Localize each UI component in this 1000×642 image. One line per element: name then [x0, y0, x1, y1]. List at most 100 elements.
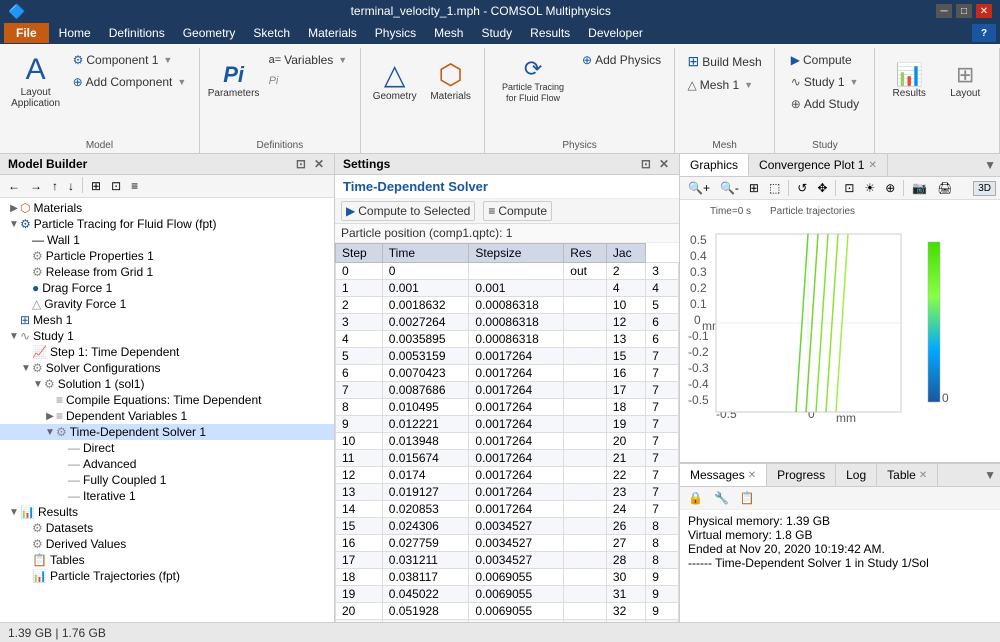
panel-undock-btn[interactable]: ⊡: [294, 157, 308, 171]
more-btn[interactable]: ≡: [127, 177, 142, 195]
minimize-btn[interactable]: ─: [936, 4, 952, 18]
tree-item-solverconf[interactable]: ▼ ⚙ Solver Configurations: [0, 360, 334, 376]
materials-btn[interactable]: ⬡ Materials: [425, 48, 477, 112]
tree-item-derived[interactable]: ⚙ Derived Values: [0, 536, 334, 552]
menu-physics[interactable]: Physics: [367, 23, 424, 43]
lock-btn[interactable]: 🔒: [684, 489, 707, 507]
tree-item-depvar[interactable]: ▶ ≡ Dependent Variables 1: [0, 408, 334, 424]
tree-item-mesh1[interactable]: ⊞ Mesh 1: [0, 312, 334, 328]
scene-btn[interactable]: ⊡: [840, 179, 858, 197]
zoom-box-btn[interactable]: ⬚: [765, 179, 784, 197]
tree-item-rfg1[interactable]: ⚙ Release from Grid 1: [0, 264, 334, 280]
variables-btn[interactable]: a= Variables ▼: [264, 50, 353, 70]
graphics-panel-menu[interactable]: ▼: [980, 154, 1000, 176]
tree-item-step1[interactable]: 📈 Step 1: Time Dependent: [0, 344, 334, 360]
tree-item-pp1[interactable]: ⚙ Particle Properties 1: [0, 248, 334, 264]
compute-btn2[interactable]: ≡ Compute: [483, 201, 552, 221]
tree-item-gf1[interactable]: △ Gravity Force 1: [0, 296, 334, 312]
tree-item-datasets[interactable]: ⚙ Datasets: [0, 520, 334, 536]
tree-item-iterative[interactable]: — Iterative 1: [0, 488, 334, 504]
maximize-btn[interactable]: □: [956, 4, 972, 18]
menu-results[interactable]: Results: [522, 23, 578, 43]
tree-item-wall1[interactable]: — Wall 1: [0, 232, 334, 248]
tab-progress[interactable]: Progress: [767, 464, 836, 486]
nav-up-btn[interactable]: ↑: [48, 177, 62, 195]
add-component-btn[interactable]: ⊕ Add Component ▼: [68, 72, 192, 92]
add-physics-btn[interactable]: ⊕ Add Physics: [577, 50, 666, 70]
ptff-label: Particle Tracing for Fluid Flow: [496, 82, 570, 104]
tree-item-study1[interactable]: ▼ ∿ Study 1: [0, 328, 334, 344]
tree-item-direct[interactable]: — Direct: [0, 440, 334, 456]
results-btn[interactable]: 📊 Results: [883, 48, 935, 112]
expand-all-btn[interactable]: ⊞: [87, 177, 105, 195]
settings-undock-btn[interactable]: ⊡: [639, 157, 653, 171]
tab-log[interactable]: Log: [836, 464, 877, 486]
tree-item-tables[interactable]: 📋 Tables: [0, 552, 334, 568]
zoom-fit-btn[interactable]: ⊞: [745, 179, 763, 197]
layout-btn[interactable]: ⊞ Layout: [939, 48, 991, 112]
menu-definitions[interactable]: Definitions: [101, 23, 173, 43]
settings-close-btn[interactable]: ✕: [657, 157, 671, 171]
nav-forward-btn[interactable]: →: [26, 177, 46, 195]
menu-home[interactable]: Home: [51, 23, 99, 43]
messages-tab-close[interactable]: ✕: [748, 470, 756, 481]
mesh1-btn[interactable]: △ Mesh 1 ▼: [683, 75, 767, 95]
pan-btn[interactable]: ✥: [813, 179, 831, 197]
compute-btn[interactable]: ▶ Compute: [786, 50, 864, 70]
nav-back-btn[interactable]: ←: [4, 177, 24, 195]
graphics-canvas[interactable]: Time=0 s Particle trajectories mm mm 0.5…: [680, 200, 1000, 462]
file-menu[interactable]: File: [4, 23, 49, 43]
ptff-btn[interactable]: ⟳ Particle Tracing for Fluid Flow: [493, 48, 573, 112]
menu-sketch[interactable]: Sketch: [245, 23, 298, 43]
menu-materials[interactable]: Materials: [300, 23, 365, 43]
tree-item-compile[interactable]: ≡ Compile Equations: Time Dependent: [0, 392, 334, 408]
rotate-btn[interactable]: ↺: [793, 179, 811, 197]
tab-table[interactable]: Table ✕: [877, 464, 938, 486]
collapse-all-btn[interactable]: ⊡: [107, 177, 125, 195]
zoom-in-btn[interactable]: 🔍+: [684, 179, 714, 197]
panel-close-btn[interactable]: ✕: [312, 157, 326, 171]
build-mesh-btn[interactable]: ⊞ Build Mesh: [683, 50, 767, 73]
close-btn[interactable]: ✕: [976, 4, 992, 18]
table-tab-close[interactable]: ✕: [919, 470, 927, 481]
zoom-out-btn[interactable]: 🔍-: [716, 179, 743, 197]
component-dropdown[interactable]: ⚙ Component 1 ▼: [68, 50, 192, 70]
tree-item-fc1[interactable]: — Fully Coupled 1: [0, 472, 334, 488]
tab-graphics[interactable]: Graphics: [680, 154, 749, 176]
settings-table-content[interactable]: Step Time Stepsize Res Jac 00out2310.001…: [335, 243, 679, 622]
compute-to-selected-btn[interactable]: ▶ Compute to Selected: [341, 201, 475, 221]
geometry-btn[interactable]: △ Geometry: [369, 48, 421, 112]
parameters-btn[interactable]: Pi Parameters: [208, 48, 260, 112]
bottom-panel-menu[interactable]: ▼: [980, 464, 1000, 486]
tab-messages[interactable]: Messages ✕: [680, 464, 767, 486]
axes-btn[interactable]: ⊕: [881, 179, 899, 197]
tree-item-results[interactable]: ▼ 📊 Results: [0, 504, 334, 520]
window-title: terminal_velocity_1.mph - COMSOL Multiph…: [25, 4, 936, 18]
pi-small-btn[interactable]: Pi: [264, 72, 353, 90]
menu-study[interactable]: Study: [473, 23, 520, 43]
application-btn[interactable]: A Layout Application: [8, 48, 64, 116]
tree-item-advanced[interactable]: — Advanced: [0, 456, 334, 472]
tree-item-pt-fpt[interactable]: 📊 Particle Trajectories (fpt): [0, 568, 334, 584]
menu-developer[interactable]: Developer: [580, 23, 651, 43]
tree-item-ptff[interactable]: ▼ ⚙ Particle Tracing for Fluid Flow (fpt…: [0, 216, 334, 232]
light-btn[interactable]: ☀: [860, 179, 879, 197]
filter-btn[interactable]: 🔧: [710, 489, 733, 507]
copy-btn[interactable]: 📋: [736, 489, 759, 507]
3d-toggle[interactable]: 3D: [973, 181, 996, 196]
nav-down-btn[interactable]: ↓: [64, 177, 78, 195]
tab-convergence[interactable]: Convergence Plot 1 ✕: [749, 154, 888, 176]
study1-btn[interactable]: ∿ Study 1 ▼: [786, 72, 864, 92]
camera-btn[interactable]: 📷: [908, 179, 931, 197]
print-btn[interactable]: 🖨: [933, 179, 956, 197]
add-study-btn[interactable]: ⊕ Add Study: [786, 94, 864, 114]
tree-item-tds1[interactable]: ▼ ⚙ Time-Dependent Solver 1: [0, 424, 334, 440]
tree-item-materials[interactable]: ▶ ⬡ Materials: [0, 200, 334, 216]
menu-geometry[interactable]: Geometry: [175, 23, 244, 43]
menu-mesh[interactable]: Mesh: [426, 23, 471, 43]
convergence-tab-close[interactable]: ✕: [868, 160, 876, 171]
model-group-label: Model: [86, 138, 113, 153]
tree-item-sol1[interactable]: ▼ ⚙ Solution 1 (sol1): [0, 376, 334, 392]
help-btn[interactable]: ?: [972, 24, 996, 42]
tree-item-df1[interactable]: ● Drag Force 1: [0, 280, 334, 296]
